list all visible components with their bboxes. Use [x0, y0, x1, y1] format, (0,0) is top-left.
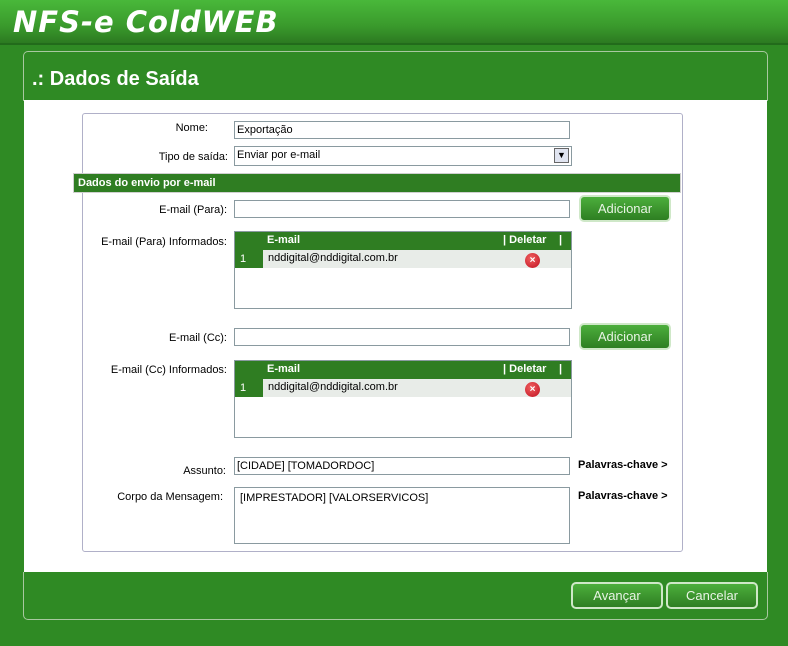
nome-input[interactable]: Exportação — [234, 121, 570, 139]
col-end: | — [559, 234, 563, 246]
footer-panel: Avançar Cancelar — [23, 572, 768, 620]
assunto-input[interactable]: [CIDADE] [TOMADORDOC] — [234, 457, 570, 475]
cc-input[interactable] — [234, 328, 570, 346]
assunto-label: Assunto: — [183, 465, 226, 477]
corpo-label: Corpo da Mensagem: — [117, 491, 223, 503]
grid-header: E-mail | Deletar | — [235, 361, 571, 379]
nome-label: Nome: — [175, 122, 208, 134]
section-header: Dados do envio por e-mail — [73, 173, 681, 193]
col-email: E-mail — [267, 234, 301, 246]
assunto-keywords-link[interactable]: Palavras-chave > — [578, 459, 668, 471]
page-title: .: Dados de Saída — [32, 68, 199, 90]
para-email-grid: E-mail | Deletar | 1 nddigital@nddigital… — [234, 231, 572, 309]
cc-label: E-mail (Cc): — [168, 332, 227, 344]
tipo-select-value: Enviar por e-mail — [237, 149, 321, 161]
add-cc-button[interactable]: Adicionar — [579, 323, 671, 350]
table-row: 1 nddigital@nddigital.com.br × — [235, 379, 571, 397]
col-delete: | Deletar — [503, 234, 547, 246]
para-list-label: E-mail (Para) Informados: — [101, 236, 227, 248]
tipo-label: Tipo de saída: — [158, 151, 228, 163]
app-logo: NFS-e ColdWEB — [13, 5, 279, 39]
next-button[interactable]: Avançar — [571, 582, 663, 609]
cc-email-grid: E-mail | Deletar | 1 nddigital@nddigital… — [234, 360, 572, 438]
app-header: NFS-e ColdWEB — [0, 0, 788, 45]
row-number: 1 — [235, 379, 263, 397]
col-end: | — [559, 363, 563, 375]
para-label: E-mail (Para): — [159, 204, 227, 216]
tipo-select[interactable]: Enviar por e-mail ▼ — [234, 146, 572, 166]
row-email: nddigital@nddigital.com.br — [268, 381, 398, 393]
col-email: E-mail — [267, 363, 301, 375]
page-title-panel: .: Dados de Saída — [23, 51, 768, 101]
cancel-button[interactable]: Cancelar — [666, 582, 758, 609]
delete-icon[interactable]: × — [525, 382, 540, 397]
row-email: nddigital@nddigital.com.br — [268, 252, 398, 264]
table-row: 1 nddigital@nddigital.com.br × — [235, 250, 571, 268]
add-para-button[interactable]: Adicionar — [579, 195, 671, 222]
chevron-down-icon[interactable]: ▼ — [554, 148, 569, 163]
corpo-keywords-link[interactable]: Palavras-chave > — [578, 490, 668, 502]
delete-icon[interactable]: × — [525, 253, 540, 268]
output-form: Nome: Exportação Tipo de saída: Enviar p… — [73, 113, 683, 552]
col-delete: | Deletar — [503, 363, 547, 375]
para-input[interactable] — [234, 200, 570, 218]
row-number: 1 — [235, 250, 263, 268]
corpo-textarea[interactable]: [IMPRESTADOR] [VALORSERVICOS] — [234, 487, 570, 544]
cc-list-label: E-mail (Cc) Informados: — [110, 364, 227, 376]
grid-header: E-mail | Deletar | — [235, 232, 571, 250]
